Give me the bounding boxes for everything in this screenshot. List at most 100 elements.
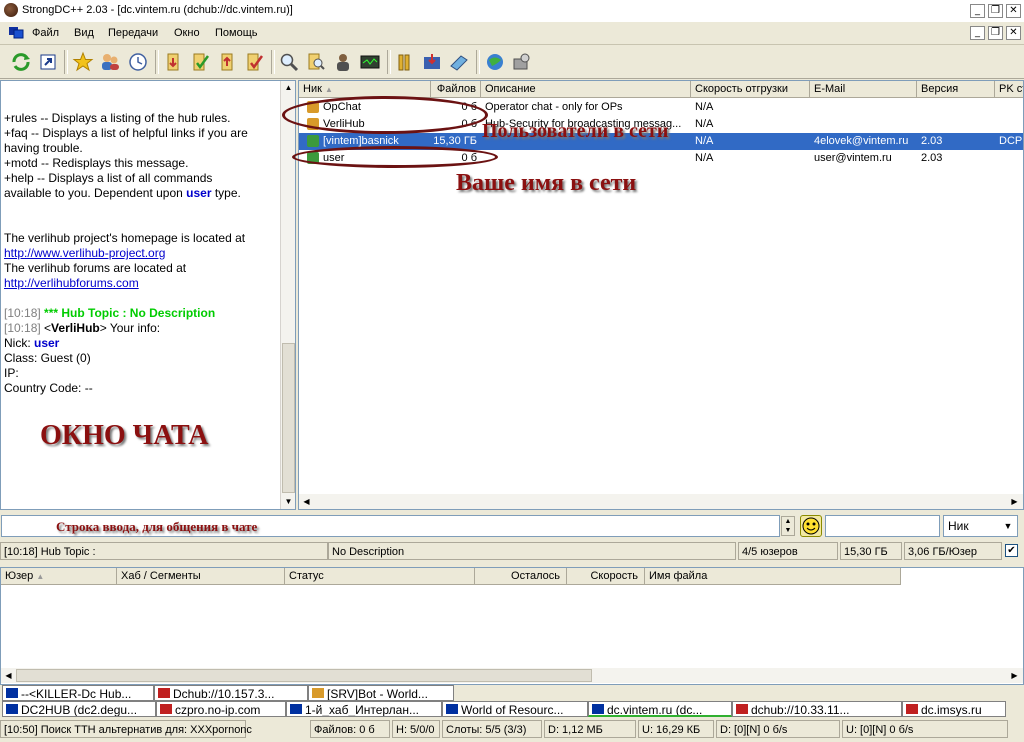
transfers-hscrollbar[interactable]: ◀ ▶	[1, 668, 1023, 683]
open-filelist-icon[interactable]	[421, 51, 443, 73]
mdi-close-button[interactable]: ✕	[1006, 26, 1021, 40]
scroll-left-arrow-icon[interactable]: ◀	[2, 669, 15, 682]
column-header-filename[interactable]: Имя файла	[645, 568, 901, 585]
hub-tab[interactable]: czpro.no-ip.com	[156, 701, 286, 717]
user-email: 4elovek@vintem.ru	[814, 135, 909, 147]
filter-column-select[interactable]: Ник ▼	[943, 515, 1018, 537]
annotation-chat-window: ОКНО ЧАТА	[40, 420, 209, 451]
menu-file[interactable]: Файл	[32, 27, 59, 39]
window-title: StrongDC++ 2.03 - [dc.vintem.ru (dchub:/…	[22, 4, 293, 16]
toolbar-separator	[64, 50, 68, 74]
reconnect-icon[interactable]	[10, 51, 32, 73]
column-header-user[interactable]: Юзер ▲	[1, 568, 117, 585]
status-downloaded: D: 1,12 МБ	[544, 720, 636, 738]
recent-hubs-icon[interactable]	[127, 51, 149, 73]
chat-line: [10:18] *** Hub Topic : No Description	[4, 306, 215, 320]
column-header-pk[interactable]: PK ст	[995, 81, 1023, 98]
chat-scrollbar[interactable]: ▲ ▼	[280, 81, 295, 509]
chat-link[interactable]: http://www.verlihub-project.org	[4, 246, 165, 260]
status-message: [10:50] Поиск TTH альтернатив для: XXXpo…	[0, 720, 252, 738]
refresh-filelist-icon[interactable]	[484, 51, 506, 73]
userlist-hscrollbar[interactable]: ◀ ▶	[299, 494, 1023, 509]
column-header-email[interactable]: E-Mail	[810, 81, 917, 98]
menu-transfers[interactable]: Передачи	[108, 27, 158, 39]
hub-tab-label: --<KILLER-Dc Hub...	[21, 687, 132, 701]
column-header-upload-speed[interactable]: Скорость отгрузки	[691, 81, 810, 98]
upload-queue-icon[interactable]	[216, 51, 238, 73]
hub-users-count: 4/5 юзеров	[738, 542, 838, 560]
favorite-users-icon[interactable]	[99, 51, 121, 73]
menu-help[interactable]: Помощь	[215, 27, 258, 39]
column-header-speed[interactable]: Скорость	[567, 568, 645, 585]
chat-text: > Your info:	[99, 321, 161, 335]
scroll-right-arrow-icon[interactable]: ▶	[1008, 495, 1021, 508]
menu-view[interactable]: Вид	[74, 27, 94, 39]
toolbar-separator	[476, 50, 480, 74]
hash-progress-icon[interactable]	[511, 51, 533, 73]
chat-scroll-thumb[interactable]	[282, 343, 295, 493]
settings-icon[interactable]	[448, 51, 470, 73]
mdi-doc-icon[interactable]	[8, 26, 24, 39]
chat-line: +motd -- Redisplays this message.	[4, 156, 188, 170]
network-stats-icon[interactable]	[394, 51, 416, 73]
finished-icon[interactable]	[189, 51, 211, 73]
scroll-right-arrow-icon[interactable]: ▶	[1008, 669, 1021, 682]
column-header-files[interactable]: Файлов	[431, 81, 481, 98]
scroll-down-arrow-icon[interactable]: ▼	[282, 495, 295, 508]
chat-text: +faq -- Displays a list of helpful links…	[4, 126, 248, 140]
queue-icon[interactable]	[162, 51, 184, 73]
show-userlist-checkbox[interactable]: ✔	[1005, 544, 1018, 557]
minimize-button[interactable]: _	[970, 4, 985, 18]
status-upload-speed: U: [0][N] 0 б/s	[842, 720, 1008, 738]
chat-link[interactable]: http://verlihubforums.com	[4, 276, 139, 290]
app-icon	[4, 3, 18, 17]
hub-tab[interactable]: --<KILLER-Dc Hub...	[2, 685, 154, 701]
chat-text: VerliHub	[51, 321, 100, 335]
finished-uploads-icon[interactable]	[243, 51, 265, 73]
column-header-status[interactable]: Статус	[285, 568, 475, 585]
column-header-version[interactable]: Версия	[917, 81, 995, 98]
menu-window[interactable]: Окно	[174, 27, 200, 39]
close-button[interactable]: ✕	[1006, 4, 1021, 18]
search-spy-icon[interactable]	[332, 51, 354, 73]
chat-line: +help -- Displays a list of all commands	[4, 171, 212, 185]
favorites-icon[interactable]	[72, 51, 94, 73]
hub-tab[interactable]: DC2HUB (dc2.degu...	[2, 701, 156, 717]
user-list[interactable]: Ник ▲ Файлов Описание Скорость отгрузки …	[298, 80, 1024, 510]
annotation-users-online: Пользователи в сети	[482, 120, 669, 142]
scroll-up-arrow-icon[interactable]: ▲	[282, 81, 295, 94]
chat-text: The verlihub project's homepage is locat…	[4, 231, 246, 245]
user-status-icon	[307, 135, 319, 147]
hub-tab[interactable]: dchub://10.33.11...	[732, 701, 902, 717]
hub-tab[interactable]: World of Resourc...	[442, 701, 588, 717]
status-uploaded: U: 16,29 КБ	[638, 720, 714, 738]
mdi-restore-button[interactable]: ❐	[988, 26, 1003, 40]
chat-line: The verlihub forums are located at	[4, 261, 186, 275]
hub-tab[interactable]: 1-й_хаб_Интерлан...	[286, 701, 442, 717]
input-spinner[interactable]: ▲ ▼	[781, 516, 795, 536]
column-header-description[interactable]: Описание	[481, 81, 691, 98]
adl-search-icon[interactable]	[305, 51, 327, 73]
hub-tab[interactable]: dc.imsys.ru	[902, 701, 1006, 717]
chevron-down-icon[interactable]: ▼	[1001, 519, 1015, 533]
scroll-left-arrow-icon[interactable]: ◀	[300, 495, 313, 508]
hub-tab[interactable]: dc.vintem.ru (dc...	[588, 701, 732, 717]
follow-redirect-icon[interactable]	[37, 51, 59, 73]
column-header-remaining[interactable]: Осталось	[475, 568, 567, 585]
hub-tab-label: World of Resourc...	[461, 703, 564, 717]
hub-tab[interactable]: Dchub://10.157.3...	[154, 685, 308, 701]
maximize-button[interactable]: ❐	[988, 4, 1003, 18]
chat-text: available to you. Dependent upon	[4, 186, 187, 200]
transfer-list[interactable]: Юзер ▲ Хаб / Сегменты Статус Осталось Ск…	[0, 567, 1024, 685]
hub-tab[interactable]: [SRV]Bot - World...	[308, 685, 454, 701]
chat-text: IP:	[4, 366, 19, 380]
notepad-icon[interactable]	[359, 51, 381, 73]
emoticon-button[interactable]	[800, 515, 822, 537]
search-icon[interactable]	[278, 51, 300, 73]
column-header-hub-segments[interactable]: Хаб / Сегменты	[117, 568, 285, 585]
userlist-filter-input[interactable]	[825, 515, 940, 537]
mdi-minimize-button[interactable]: _	[970, 26, 985, 40]
status-hubs: H: 5/0/0	[392, 720, 440, 738]
transfers-scroll-thumb[interactable]	[16, 669, 592, 682]
status-download-speed: D: [0][N] 0 б/s	[716, 720, 840, 738]
